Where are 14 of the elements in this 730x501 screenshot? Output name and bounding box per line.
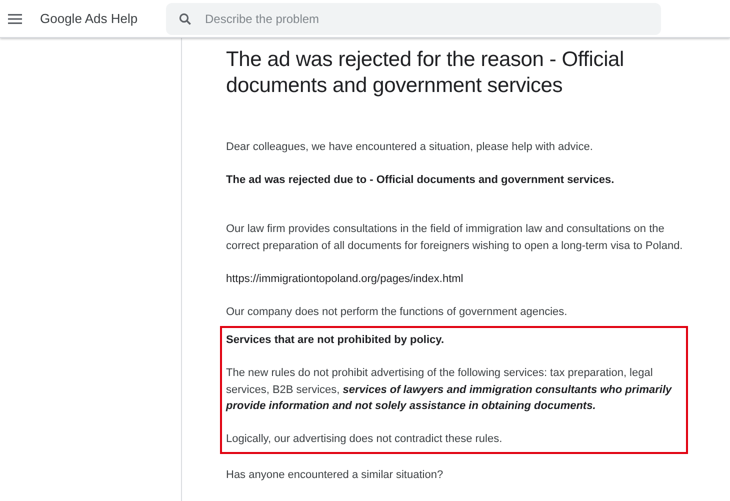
search-field[interactable]: Describe the problem [166, 2, 661, 34]
rejection-reason-text: The ad was rejected due to - Official documents and government services. [226, 172, 616, 188]
greeting-text: Dear colleagues, we have encountered a situation, please help with advice. [226, 140, 594, 155]
closing-question: Has anyone encountered a similar situation? [226, 468, 444, 482]
search-icon [179, 12, 191, 24]
box-paragraph: Logically, our advertising does not contradict these rules. [226, 432, 504, 447]
post-title: The ad was rejected for the reason - Official documents and government services [226, 47, 625, 99]
body-paragraph: Our law firm provides consultations in the field of immigration law and consultations on the correct preparation of all documents for foreigners wishing to open a long-term visa to Poland. [226, 222, 684, 254]
box-heading: Services that are not prohibited by policy. [226, 333, 446, 348]
app-title[interactable]: Google Ads Help [40, 8, 166, 28]
box-paragraph: The new rules do not prohibit advertising of the following services: tax preparation, legal services, B2B services, services of lawyers and immigration consultants who primarily provide information and not solely assistance in obtaining documents. [226, 366, 673, 414]
url-text: https://immigrationtopoland.org/pages/index.html [226, 272, 464, 286]
menu-icon[interactable] [8, 14, 22, 24]
body-paragraph: Our company does not perform the functions of government agencies. [226, 304, 568, 320]
